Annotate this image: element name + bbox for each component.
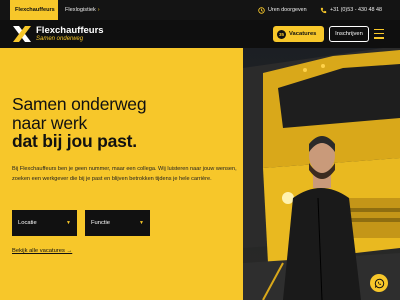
whatsapp-icon xyxy=(374,278,384,288)
inschrijven-button[interactable]: Inschrijven xyxy=(329,26,369,42)
function-dropdown[interactable]: Functie ▼ xyxy=(85,210,150,236)
tab-flexlogistiek-label: Flexlogistiek xyxy=(65,7,96,13)
location-dropdown[interactable]: Locatie ▼ xyxy=(12,210,77,236)
all-vacancies-link[interactable]: Bekijk alle vacatures → xyxy=(12,248,72,254)
hero-title-line-2: naar werk xyxy=(12,112,88,133)
hours-link[interactable]: Uren doorgeven xyxy=(258,0,307,20)
phone-icon xyxy=(320,7,327,13)
menu-icon[interactable] xyxy=(374,29,384,39)
hours-label: Uren doorgeven xyxy=(268,7,307,13)
hero-intro: Bij Flexchauffeurs ben je geen nummer, m… xyxy=(12,166,237,182)
inschrijven-label: Inschrijven xyxy=(335,31,363,37)
logo-mark-icon xyxy=(13,26,31,42)
vacatures-button[interactable]: 35 Vacatures xyxy=(273,26,324,42)
function-dropdown-label: Functie xyxy=(91,220,111,226)
chevron-down-icon: ▼ xyxy=(66,220,71,226)
hero-photo xyxy=(243,48,400,300)
hero-title: Samen onderweg naar werk dat bij jou pas… xyxy=(12,94,147,151)
phone-number: +31 (0)53 - 430 48 48 xyxy=(330,7,382,13)
logo-name: Flexchauffeurs xyxy=(36,24,104,36)
tab-flexchauffeurs[interactable]: Flexchauffeurs xyxy=(10,0,58,20)
top-utility-bar: Flexchauffeurs Flexlogistiek › Uren doorg… xyxy=(0,0,400,20)
hero-title-line-1: Samen onderweg xyxy=(12,94,147,114)
whatsapp-button[interactable] xyxy=(370,274,388,292)
logo[interactable]: Flexchauffeurs Samen onderweg xyxy=(12,24,104,44)
chevron-down-icon: ▼ xyxy=(139,220,144,226)
tab-flexchauffeurs-label: Flexchauffeurs xyxy=(15,7,55,13)
vacatures-count-badge: 35 xyxy=(277,29,286,39)
hero-title-line-3: dat bij jou past. xyxy=(12,131,137,151)
tab-flexlogistiek[interactable]: Flexlogistiek › xyxy=(60,0,105,20)
phone-link[interactable]: +31 (0)53 - 430 48 48 xyxy=(320,0,382,20)
clock-icon xyxy=(258,6,265,14)
logo-tagline: Samen onderweg xyxy=(36,35,84,42)
location-dropdown-label: Locatie xyxy=(18,220,37,226)
chevron-right-icon: › xyxy=(97,7,100,13)
main-header: Flexchauffeurs Samen onderweg 35 Vacatur… xyxy=(0,20,400,48)
vacatures-label: Vacatures xyxy=(289,31,317,37)
